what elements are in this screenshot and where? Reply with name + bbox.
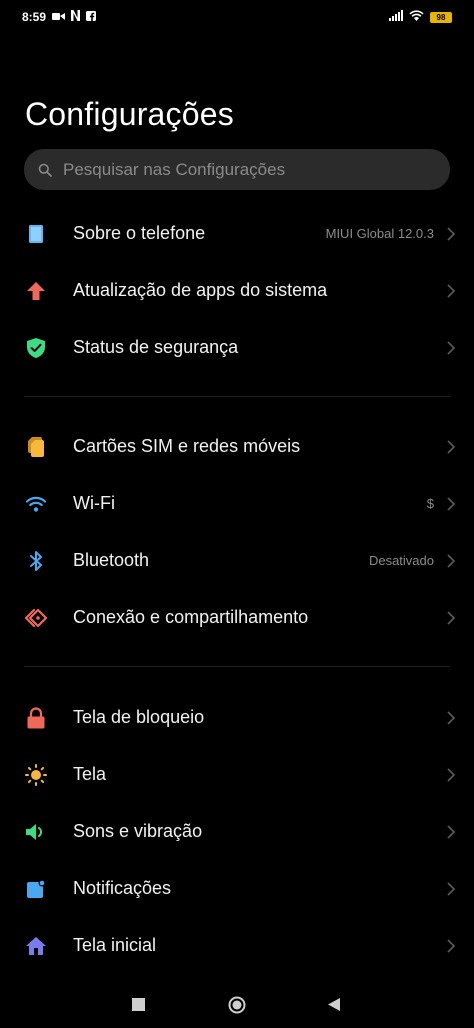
chevron-right-icon xyxy=(446,226,456,241)
sun-icon xyxy=(24,763,48,787)
facebook-icon xyxy=(86,10,97,24)
setting-label: Sons e vibração xyxy=(73,821,203,841)
setting-system-apps-update[interactable]: Atualização de apps do sistema xyxy=(0,262,474,319)
setting-label: Tela xyxy=(73,764,107,784)
settings-screen: 8:59 98 Configurações Pesquisar nas Conf… xyxy=(0,0,474,1028)
setting-lock-screen[interactable]: Tela de bloqueio xyxy=(0,689,474,746)
signal-icon xyxy=(389,10,403,24)
setting-about-phone[interactable]: Sobre o telefone MIUI Global 12.0.3 xyxy=(0,205,474,262)
back-triangle-icon[interactable] xyxy=(328,998,340,1011)
setting-label: Sobre o telefone xyxy=(73,223,206,243)
chevron-right-icon xyxy=(446,340,456,355)
setting-display[interactable]: Tela xyxy=(0,746,474,803)
chevron-right-icon xyxy=(446,881,456,896)
arrow-up-icon xyxy=(24,279,48,303)
setting-label: Tela de bloqueio xyxy=(73,707,205,727)
page-title: Configurações xyxy=(25,96,234,132)
setting-wifi[interactable]: Wi-Fi $ xyxy=(0,475,474,532)
section-divider xyxy=(24,666,450,667)
chevron-right-icon xyxy=(446,710,456,725)
section-divider xyxy=(24,396,450,397)
chevron-right-icon xyxy=(446,283,456,298)
chevron-right-icon xyxy=(446,496,456,511)
chevron-right-icon xyxy=(446,553,456,568)
netflix-icon xyxy=(71,10,81,24)
setting-sound-vibration[interactable]: Sons e vibração xyxy=(0,803,474,860)
search-icon xyxy=(38,163,52,177)
wifi-status-icon xyxy=(409,10,424,24)
setting-label: Notificações xyxy=(73,878,172,898)
status-bar: 8:59 98 xyxy=(0,0,474,34)
chevron-right-icon xyxy=(446,439,456,454)
speaker-icon xyxy=(24,820,48,844)
setting-label: Atualização de apps do sistema xyxy=(73,280,328,300)
status-time: 8:59 xyxy=(22,10,47,24)
chevron-right-icon xyxy=(446,767,456,782)
setting-sim-cards[interactable]: Cartões SIM e redes móveis xyxy=(0,418,474,475)
shield-check-icon xyxy=(24,336,48,360)
chevron-right-icon xyxy=(446,610,456,625)
setting-label: Conexão e compartilhamento xyxy=(73,607,309,627)
share-connection-icon xyxy=(24,606,48,630)
home-icon xyxy=(24,934,48,958)
setting-notifications[interactable]: Notificações xyxy=(0,860,474,917)
phone-icon xyxy=(24,222,48,246)
setting-security-status[interactable]: Status de segurança xyxy=(0,319,474,376)
setting-label: Bluetooth xyxy=(73,550,150,570)
setting-home-screen[interactable]: Tela inicial xyxy=(0,917,474,974)
video-camera-icon xyxy=(52,10,66,24)
setting-label: Status de segurança xyxy=(73,337,239,357)
search-input[interactable]: Pesquisar nas Configurações xyxy=(24,149,450,190)
setting-label: Tela inicial xyxy=(73,935,157,955)
setting-bluetooth[interactable]: Bluetooth Desativado xyxy=(0,532,474,589)
setting-label: Cartões SIM e redes móveis xyxy=(73,436,301,456)
battery-icon: 98 xyxy=(430,11,452,23)
chevron-right-icon xyxy=(446,824,456,839)
lock-icon xyxy=(24,706,48,730)
wifi-icon xyxy=(24,492,48,516)
home-circle-icon[interactable] xyxy=(228,996,246,1014)
bluetooth-icon xyxy=(24,549,48,573)
setting-label: Wi-Fi xyxy=(73,493,115,513)
sim-card-icon xyxy=(24,435,48,459)
chevron-right-icon xyxy=(446,938,456,953)
search-placeholder: Pesquisar nas Configurações xyxy=(63,159,286,179)
notification-icon xyxy=(24,877,48,901)
recents-square-icon[interactable] xyxy=(132,998,145,1011)
setting-value: MIUI Global 12.0.3 xyxy=(325,226,434,241)
setting-connection-sharing[interactable]: Conexão e compartilhamento xyxy=(0,589,474,646)
navigation-bar xyxy=(0,980,474,1028)
setting-value: Desativado xyxy=(368,553,434,568)
setting-value: $ xyxy=(426,496,434,511)
